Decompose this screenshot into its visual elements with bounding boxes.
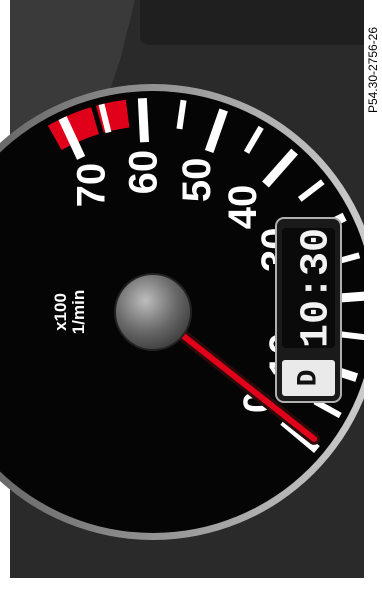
minor-tick: [176, 99, 187, 130]
scale-number-group: 60: [122, 150, 166, 195]
digital-display: 10:30 D: [275, 217, 342, 403]
unit-label-group: x100: [51, 293, 70, 331]
scale-number: 60: [122, 150, 166, 195]
scale-number-group: 40: [221, 185, 265, 230]
scale-number-group: 50: [175, 158, 219, 203]
scale-number: 50: [175, 158, 219, 203]
gear-indicator: D: [293, 370, 324, 387]
bottom-margin: [0, 578, 364, 607]
unit-label: 1/min: [69, 290, 88, 334]
scale-number-group: 70: [69, 163, 113, 208]
unit-label-group-2: 1/min: [69, 290, 88, 334]
figure-code: P54.30-2756-26: [366, 26, 380, 114]
scale-number: 70: [69, 163, 113, 208]
clock-time: 10:30: [295, 228, 340, 348]
figure-code-strip: P54.30-2756-26: [364, 0, 382, 607]
scale-number: 40: [221, 185, 265, 230]
major-tick: [137, 98, 150, 143]
unit-multiplier-label: x100: [51, 293, 70, 331]
upper-right-cowl: [140, 0, 364, 45]
tachometer-figure: 010203040506070 x100 1/min 10:30 D P54.3…: [0, 0, 382, 607]
tachometer-graphic: 010203040506070 x100 1/min 10:30 D: [0, 0, 381, 607]
needle-hub: [114, 273, 192, 351]
